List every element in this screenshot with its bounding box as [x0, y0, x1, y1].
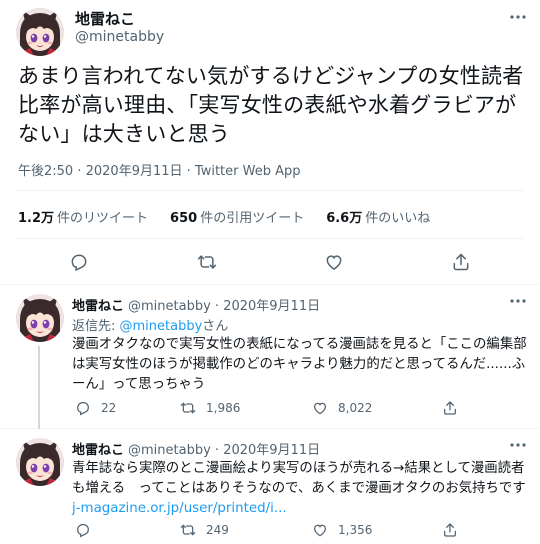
meta-separator: · [210, 443, 224, 458]
likes-stat[interactable]: 6.6万 件のいいね [326, 207, 430, 226]
share-icon [444, 523, 456, 537]
retweets-count: 1.2万 [18, 211, 55, 226]
meta-separator: · [210, 299, 224, 314]
tweet-date[interactable]: 2020年9月11日 [86, 164, 183, 179]
thread-line [38, 346, 40, 429]
display-name[interactable]: 地雷ねこ [72, 299, 124, 314]
retweet-count: 249 [206, 523, 229, 537]
reply-header: 地雷ねこ @minetabby · 2020年9月11日 [72, 295, 320, 314]
reply-header: 地雷ねこ @minetabby · 2020年9月11日 [72, 439, 320, 458]
reply-icon [77, 524, 89, 538]
divider [16, 190, 524, 191]
tweet-text: 漫画オタクなので実写女性の表紙になってる漫画誌を見ると「ここの編集部は実写女性の… [72, 337, 527, 392]
meta-separator: · [182, 164, 195, 179]
more-horizontal-icon[interactable] [508, 438, 528, 452]
main-tweet: 地雷ねこ @minetabby あまり言われてない気がするけどジャンプの女性読者… [0, 0, 540, 285]
reply-button[interactable] [75, 521, 101, 539]
tweet-text: あまり言われてない気がするけどジャンプの女性読者比率が高い理由、「実写女性の表紙… [18, 64, 524, 146]
reply-tweet[interactable]: 地雷ねこ @minetabby · 2020年9月11日 青年誌なら実際のとこ漫画… [0, 429, 540, 544]
like-icon [314, 524, 326, 537]
like-count: 1,356 [338, 523, 373, 537]
quotes-stat[interactable]: 650 件の引用ツイート [170, 207, 304, 226]
reply-count: 22 [101, 401, 117, 415]
replying-label: 返信先: [72, 319, 120, 334]
likes-label: 件のいいね [365, 211, 431, 226]
quotes-label: 件の引用ツイート [200, 211, 305, 226]
avatar[interactable] [16, 8, 64, 56]
tweet-time[interactable]: 午後2:50 [18, 164, 73, 179]
tweet-stats: 1.2万 件のリツイート 650 件の引用ツイート 6.6万 件のいいね [18, 207, 452, 226]
replying-to: 返信先: @minetabbyさん [72, 315, 228, 334]
meta-separator: · [73, 164, 86, 179]
like-count: 8,022 [338, 401, 373, 415]
tweet-date[interactable]: 2020年9月11日 [223, 299, 320, 314]
retweet-icon[interactable] [197, 252, 219, 274]
user-handle[interactable]: @minetabby [128, 443, 211, 458]
tweet-date[interactable]: 2020年9月11日 [223, 443, 320, 458]
quotes-count: 650 [170, 211, 198, 226]
tweet-text-body: 青年誌なら実際のとこ漫画絵より実写のほうが売れる→結果として漫画読者も増える っ… [72, 461, 526, 496]
tweet-link[interactable]: j-magazine.or.jp/user/printed/i... [72, 501, 287, 516]
retweet-button[interactable]: 249 [180, 521, 229, 539]
like-button[interactable]: 8,022 [312, 399, 372, 417]
retweets-stat[interactable]: 1.2万 件のリツイート [18, 207, 148, 226]
user-handle[interactable]: @minetabby [75, 29, 164, 45]
reply-icon[interactable] [69, 252, 91, 274]
avatar[interactable] [16, 438, 64, 486]
avatar[interactable] [16, 294, 64, 342]
tweet-text: 青年誌なら実際のとこ漫画絵より実写のほうが売れる→結果として漫画読者も増える っ… [72, 459, 530, 519]
divider [16, 238, 524, 239]
retweet-icon [180, 402, 196, 414]
reply-icon [77, 402, 89, 416]
like-icon [314, 402, 326, 415]
share-button[interactable] [442, 521, 468, 539]
retweets-label: 件のリツイート [57, 211, 149, 226]
retweet-icon [180, 524, 196, 536]
tweet-source[interactable]: Twitter Web App [195, 164, 301, 179]
reply-button[interactable]: 22 [75, 399, 116, 417]
likes-count: 6.6万 [326, 211, 363, 226]
share-button[interactable] [442, 399, 468, 417]
user-handle[interactable]: @minetabby [128, 299, 211, 314]
like-icon[interactable] [324, 252, 346, 274]
reply-tweet[interactable]: 地雷ねこ @minetabby · 2020年9月11日 返信先: @mineta… [0, 286, 540, 429]
more-horizontal-icon[interactable] [508, 294, 528, 308]
share-icon [444, 401, 456, 415]
tweet-actions [0, 248, 540, 276]
like-button[interactable]: 1,356 [312, 521, 372, 539]
tweet-meta: 午後2:50 · 2020年9月11日 · Twitter Web App [18, 160, 301, 179]
more-horizontal-icon[interactable] [508, 10, 528, 24]
display-name[interactable]: 地雷ねこ [72, 443, 124, 458]
replying-suffix: さん [202, 319, 229, 334]
retweet-count: 1,986 [206, 401, 241, 415]
share-icon[interactable] [451, 252, 473, 274]
replying-to-link[interactable]: @minetabby [120, 319, 203, 334]
display-name[interactable]: 地雷ねこ [75, 8, 135, 29]
retweet-button[interactable]: 1,986 [180, 399, 240, 417]
